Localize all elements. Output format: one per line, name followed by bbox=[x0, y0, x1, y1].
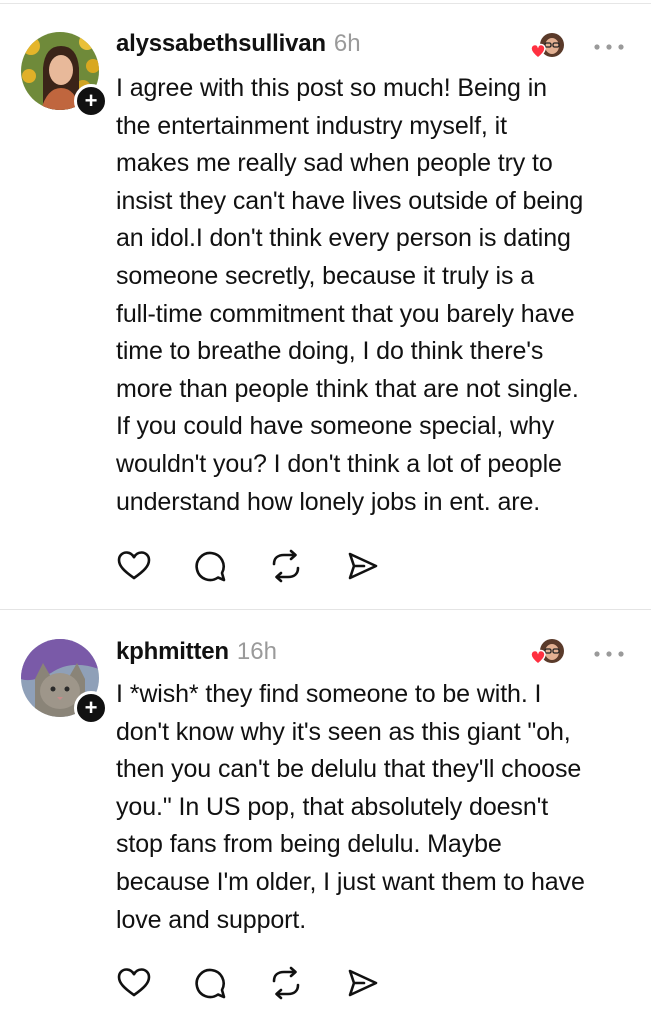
timestamp: 16h bbox=[236, 638, 277, 665]
liked-by-author-avatar-icon bbox=[530, 30, 566, 66]
send-icon[interactable] bbox=[344, 548, 380, 584]
post-header: alyssabethsullivan 6h bbox=[116, 30, 361, 66]
heart-icon[interactable] bbox=[116, 965, 152, 1001]
comment-bubble-icon[interactable] bbox=[192, 965, 228, 1001]
comment-bubble-icon[interactable] bbox=[192, 548, 228, 584]
reply-post: + kphmitten 16h I *wish* they find someo… bbox=[0, 610, 651, 1024]
repost-icon[interactable] bbox=[268, 965, 304, 1001]
username[interactable]: alyssabethsullivan bbox=[116, 30, 326, 58]
post-text: I agree with this post so much! Being in… bbox=[116, 74, 584, 516]
username[interactable]: kphmitten bbox=[116, 638, 229, 666]
send-icon[interactable] bbox=[344, 965, 380, 1001]
post-text: I *wish* they find someone to be with. I… bbox=[116, 680, 585, 934]
more-options-icon[interactable] bbox=[592, 37, 626, 57]
liked-by-author-avatar-icon bbox=[530, 636, 566, 672]
heart-icon[interactable] bbox=[116, 548, 152, 584]
avatar[interactable]: + bbox=[21, 32, 108, 118]
more-options-icon[interactable] bbox=[592, 644, 626, 664]
reply-post: + alyssabethsullivan 6h I agree with thi… bbox=[0, 0, 651, 609]
post-header: kphmitten 16h bbox=[116, 638, 277, 674]
repost-icon[interactable] bbox=[268, 548, 304, 584]
avatar[interactable]: + bbox=[21, 639, 108, 725]
follow-button[interactable]: + bbox=[74, 691, 108, 725]
follow-button[interactable]: + bbox=[74, 84, 108, 118]
timestamp: 6h bbox=[333, 30, 361, 57]
